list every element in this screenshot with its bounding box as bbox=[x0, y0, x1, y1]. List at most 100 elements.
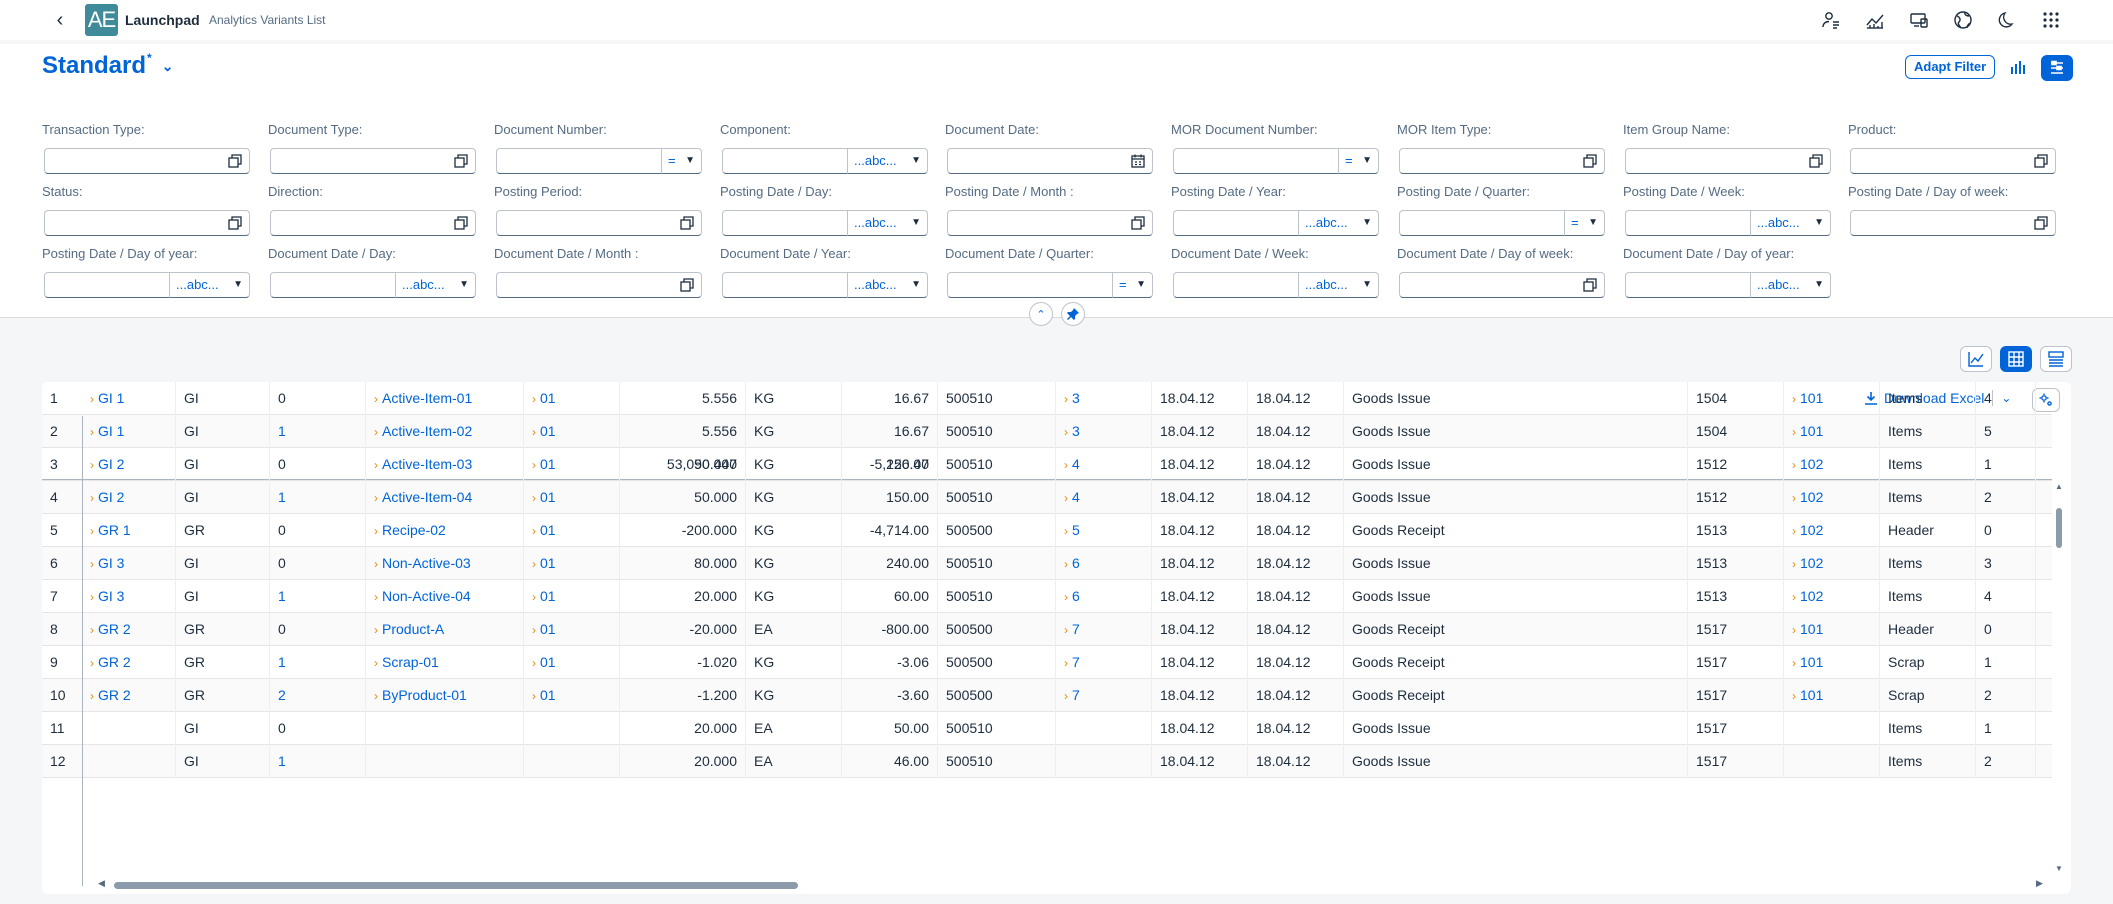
table-row[interactable]: 2 › GI 1 GI 1 › Active-Item-02 › 01 5.556 KG 16.67 5… bbox=[42, 415, 2052, 448]
table-row[interactable]: 10 › GR 2 GR 2 › ByProduct-01 › 01 -1.200 KG -3.60 5… bbox=[42, 679, 2052, 712]
vertical-scroll-thumb[interactable] bbox=[2056, 508, 2062, 548]
cell-comp[interactable]: › Active-Item-03 bbox=[366, 448, 524, 481]
cell-tr[interactable]: › 6 bbox=[1056, 580, 1152, 613]
filter-input[interactable]: ...abc... ▼ bbox=[1173, 272, 1379, 298]
cell-tr[interactable]: › 7 bbox=[1056, 646, 1152, 679]
cell-comp[interactable]: › Active-Item-04 bbox=[366, 481, 524, 514]
chart-bars-icon[interactable] bbox=[2004, 55, 2032, 79]
filter-text-input[interactable] bbox=[270, 272, 396, 298]
filter-operator-select[interactable]: ...abc... ▼ bbox=[396, 272, 476, 298]
scroll-right-icon[interactable]: ▶ bbox=[2036, 878, 2043, 889]
cell-wh[interactable]: › 01 bbox=[524, 382, 620, 415]
value-help-icon[interactable] bbox=[1130, 215, 1146, 231]
scroll-left-icon[interactable]: ◀ bbox=[98, 878, 105, 889]
filter-text-input[interactable] bbox=[44, 272, 170, 298]
chevron-down-icon[interactable]: ▼ bbox=[1362, 211, 1372, 235]
filter-layout-toggle-icon[interactable] bbox=[2041, 55, 2073, 81]
cell-comp[interactable]: › Scrap-01 bbox=[366, 646, 524, 679]
table-row[interactable]: 12 GI 1 20.000 EA 46.00 500510 18.04.12 18.04.12… bbox=[42, 745, 2052, 778]
filter-input[interactable]: ...abc... ▼ bbox=[1173, 210, 1379, 236]
hybrid-view-button[interactable] bbox=[2040, 346, 2072, 372]
cell-comp[interactable]: › Non-Active-03 bbox=[366, 547, 524, 580]
vertical-scrollbar[interactable]: ▲ ▼ bbox=[2054, 482, 2064, 874]
value-help-icon[interactable] bbox=[2033, 215, 2049, 231]
cell-wh[interactable]: › 01 bbox=[524, 646, 620, 679]
filter-text-input[interactable] bbox=[1173, 210, 1299, 236]
chevron-down-icon[interactable]: ▼ bbox=[1362, 149, 1372, 173]
chevron-down-icon[interactable]: ▼ bbox=[1814, 273, 1824, 297]
cell-tr[interactable]: › 3 bbox=[1056, 382, 1152, 415]
cell-doc[interactable]: › GI 3 bbox=[82, 547, 176, 580]
table-row[interactable]: 8 › GR 2 GR 0 › Product-A › 01 -20.000 EA -800.00 50… bbox=[42, 613, 2052, 646]
table-row[interactable]: 4 › GI 2 GI 1 › Active-Item-04 › 01 50.000 KG 150.0… bbox=[42, 481, 2052, 514]
value-help-icon[interactable] bbox=[227, 215, 243, 231]
chevron-down-icon[interactable]: ▼ bbox=[685, 149, 695, 173]
filter-text-input[interactable] bbox=[947, 272, 1113, 298]
filter-operator-select[interactable]: ...abc... ▼ bbox=[1299, 272, 1379, 298]
filter-input[interactable]: ...abc... ▼ bbox=[44, 272, 250, 298]
filter-operator-select[interactable]: ...abc... ▼ bbox=[848, 210, 928, 236]
value-help-icon[interactable] bbox=[679, 215, 695, 231]
filter-input[interactable]: = ▼ bbox=[1173, 148, 1379, 174]
filter-input[interactable]: ...abc... ▼ bbox=[1625, 210, 1831, 236]
cell-mor[interactable]: › 102 bbox=[1784, 547, 1880, 580]
chevron-down-icon[interactable]: ▼ bbox=[911, 273, 921, 297]
cell-tr[interactable]: › 4 bbox=[1056, 481, 1152, 514]
cell-wh[interactable]: › 01 bbox=[524, 481, 620, 514]
table-row[interactable]: 9 › GR 2 GR 1 › Scrap-01 › 01 -1.020 KG -3.06 500500… bbox=[42, 646, 2052, 679]
cell-doc[interactable]: › GR 1 bbox=[82, 514, 176, 547]
horizontal-scrollbar[interactable]: ◀ ▶ bbox=[98, 878, 2043, 890]
back-icon[interactable]: ‹ bbox=[48, 8, 72, 32]
filter-text-input[interactable] bbox=[722, 148, 848, 174]
filter-input[interactable] bbox=[270, 148, 476, 174]
cell-tr[interactable]: › 7 bbox=[1056, 679, 1152, 712]
value-help-icon[interactable] bbox=[1582, 153, 1598, 169]
pin-header-icon[interactable] bbox=[1061, 302, 1085, 326]
filter-text-input[interactable] bbox=[722, 272, 848, 298]
cell-tr[interactable]: › 6 bbox=[1056, 547, 1152, 580]
filter-operator-select[interactable]: = ▼ bbox=[1339, 148, 1379, 174]
filter-operator-select[interactable]: = ▼ bbox=[1113, 272, 1153, 298]
theme-moon-icon[interactable] bbox=[1985, 0, 2029, 40]
chevron-down-icon[interactable]: ▼ bbox=[1814, 211, 1824, 235]
cell-doc[interactable]: › GR 2 bbox=[82, 679, 176, 712]
filter-input[interactable]: = ▼ bbox=[1399, 210, 1605, 236]
value-help-icon[interactable] bbox=[679, 277, 695, 293]
value-help-icon[interactable] bbox=[1808, 153, 1824, 169]
filter-input[interactable]: = ▼ bbox=[496, 148, 702, 174]
filter-input[interactable] bbox=[1850, 148, 2056, 174]
cell-mor[interactable]: › 102 bbox=[1784, 580, 1880, 613]
variant-selector[interactable]: Standard * ⌄ bbox=[42, 51, 173, 80]
cell-mor[interactable]: › 101 bbox=[1784, 415, 1880, 448]
chart-view-button[interactable] bbox=[1960, 346, 1992, 372]
table-row[interactable]: 5 › GR 1 GR 0 › Recipe-02 › 01 -200.000 KG -4,714.0… bbox=[42, 514, 2052, 547]
cell-doc[interactable]: › GR 2 bbox=[82, 646, 176, 679]
chevron-down-icon[interactable]: ▼ bbox=[233, 273, 243, 297]
chevron-down-icon[interactable]: ▼ bbox=[1136, 273, 1146, 297]
value-help-icon[interactable] bbox=[2033, 153, 2049, 169]
cell-doc[interactable]: › GR 2 bbox=[82, 613, 176, 646]
filter-input[interactable]: = ▼ bbox=[947, 272, 1153, 298]
cell-mor[interactable]: › 101 bbox=[1784, 613, 1880, 646]
table-row[interactable]: 7 › GI 3 GI 1 › Non-Active-04 › 01 20.000 KG 60.00 5… bbox=[42, 580, 2052, 613]
cell-mor[interactable]: › 102 bbox=[1784, 514, 1880, 547]
value-help-icon[interactable] bbox=[227, 153, 243, 169]
cell-mor[interactable]: › 101 bbox=[1784, 382, 1880, 415]
value-help-icon[interactable] bbox=[453, 153, 469, 169]
scroll-down-icon[interactable]: ▼ bbox=[2054, 864, 2064, 873]
filter-text-input[interactable] bbox=[496, 148, 662, 174]
cell-doc[interactable]: › GI 1 bbox=[82, 382, 176, 415]
cell-tr[interactable]: › 4 bbox=[1056, 448, 1152, 481]
filter-text-input[interactable] bbox=[1173, 272, 1299, 298]
cell-wh[interactable]: › 01 bbox=[524, 448, 620, 481]
device-icon[interactable] bbox=[1897, 0, 1941, 40]
filter-operator-select[interactable]: ...abc... ▼ bbox=[848, 272, 928, 298]
cell-tr[interactable]: › 5 bbox=[1056, 514, 1152, 547]
filter-input[interactable] bbox=[496, 210, 702, 236]
filter-input[interactable] bbox=[496, 272, 702, 298]
analytics-icon[interactable] bbox=[1853, 0, 1897, 40]
table-row[interactable]: 11 GI 0 20.000 EA 50.00 500510 18.04.12 18.04.12… bbox=[42, 712, 2052, 745]
filter-operator-select[interactable]: = ▼ bbox=[1565, 210, 1605, 236]
globe-icon[interactable] bbox=[1941, 0, 1985, 40]
cell-mor[interactable]: › 101 bbox=[1784, 646, 1880, 679]
